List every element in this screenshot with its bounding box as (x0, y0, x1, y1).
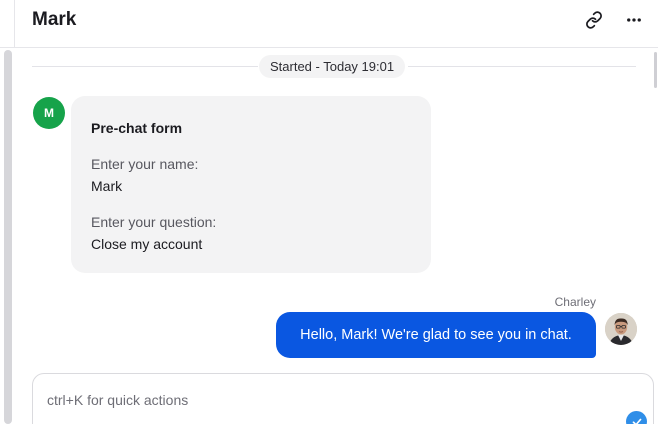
chat-scrollbar[interactable] (654, 52, 657, 88)
header-divider (14, 0, 15, 48)
agent-message-text: Hello, Mark! We're glad to see you in ch… (300, 327, 572, 343)
agent-avatar (605, 313, 637, 345)
divider-line-right (408, 66, 636, 67)
more-horizontal-icon (627, 18, 641, 22)
message-composer (32, 373, 654, 424)
chat-started-badge: Started - Today 19:01 (259, 55, 406, 78)
prechat-form-title: Pre-chat form (91, 120, 183, 136)
agent-message-bubble: Hello, Mark! We're glad to see you in ch… (276, 312, 596, 358)
prechat-form-card: Pre-chat form Enter your name: Mark Ente… (71, 96, 431, 273)
question-answer: Close my account (91, 236, 203, 252)
chat-title: Mark (32, 9, 77, 30)
link-button[interactable] (580, 8, 608, 32)
agent-name: Charley (554, 295, 596, 309)
customer-avatar: M (33, 97, 65, 129)
message-input[interactable] (47, 392, 607, 408)
question-label: Enter your name: (91, 156, 199, 172)
question-answer: Mark (91, 178, 123, 194)
question-label: Enter your question: (91, 214, 217, 230)
link-icon (586, 11, 602, 29)
chat-header: Mark (0, 0, 658, 48)
left-panel-scrollbar[interactable] (4, 50, 12, 424)
agent-portrait-icon (605, 313, 637, 345)
more-options-button[interactable] (620, 8, 648, 32)
divider-line-left (32, 66, 258, 67)
